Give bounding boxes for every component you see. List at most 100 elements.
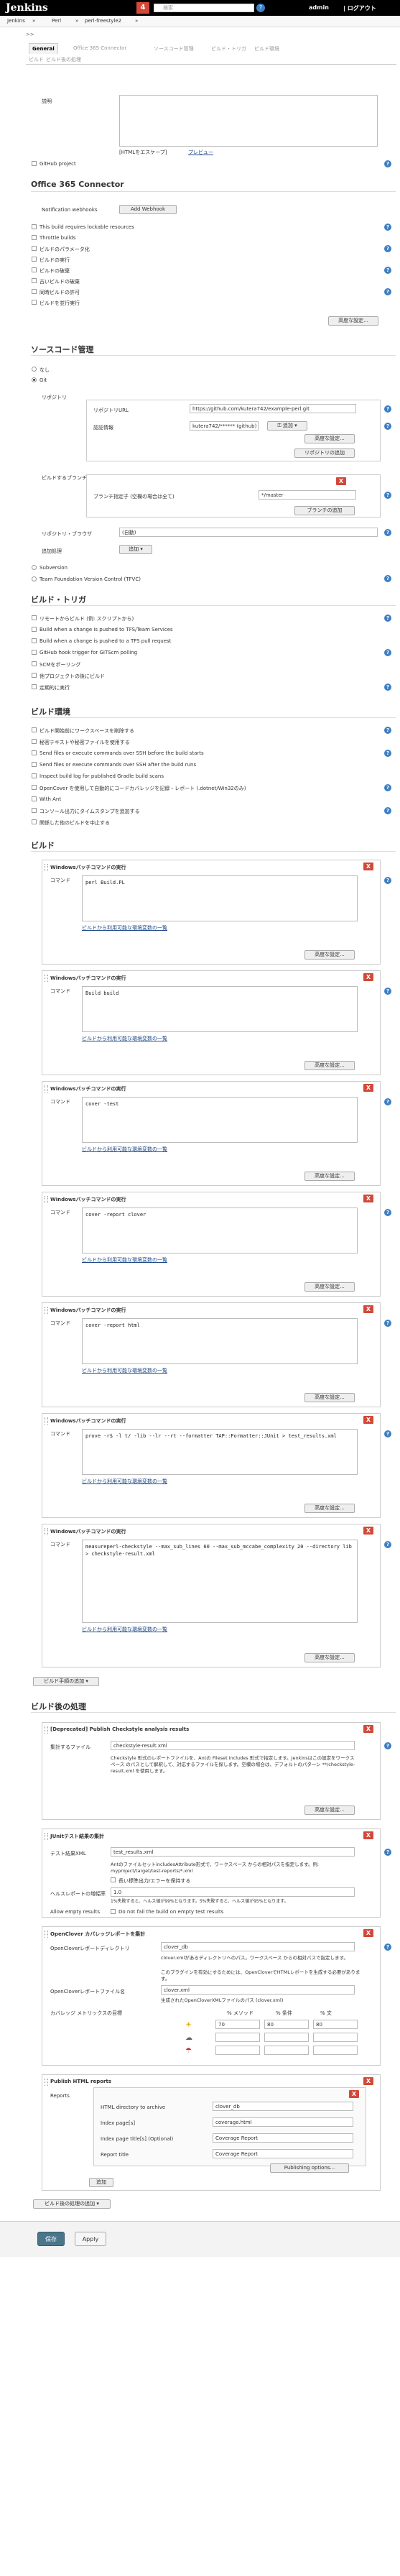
remove-junit-button[interactable]: X xyxy=(363,1831,373,1839)
env-vars-link[interactable]: ビルドから利用可能な環境変数の一覧 xyxy=(82,924,167,932)
command-textarea[interactable]: Build build xyxy=(82,986,358,1032)
checkbox[interactable] xyxy=(32,673,37,678)
checkstyle-advanced-button[interactable]: 高度な設定... xyxy=(304,1806,355,1815)
help-icon[interactable]: ? xyxy=(384,423,391,430)
junit-xml-input[interactable]: test_results.xml xyxy=(111,1847,355,1857)
credentials-select[interactable]: kutera742/****** (github) xyxy=(190,421,259,431)
unhealthy-cond-input[interactable] xyxy=(264,2046,309,2055)
checkbox[interactable] xyxy=(32,289,37,294)
remove-branch-button[interactable]: X xyxy=(336,477,346,485)
env-vars-link[interactable]: ビルドから利用可能な環境変数の一覧 xyxy=(82,1367,167,1374)
help-icon[interactable]: ? xyxy=(384,877,391,884)
checkbox[interactable] xyxy=(32,684,37,689)
tab-general[interactable]: General xyxy=(29,43,58,54)
step-advanced-button[interactable]: 高度な設定... xyxy=(304,1393,355,1402)
html-dir-input[interactable]: clover_db xyxy=(213,2102,353,2111)
checkbox[interactable] xyxy=(32,224,37,229)
help-icon[interactable]: ? xyxy=(384,684,391,691)
drag-handle[interactable] xyxy=(45,1307,48,1314)
checkbox[interactable] xyxy=(32,796,37,801)
apply-button[interactable]: Apply xyxy=(75,2232,106,2246)
remove-html-publisher-button[interactable]: X xyxy=(363,2077,373,2085)
branch-spec-input[interactable]: */master xyxy=(259,490,356,500)
drag-handle[interactable] xyxy=(45,1528,48,1535)
help-icon[interactable]: ? xyxy=(384,1849,391,1856)
checkstyle-file-input[interactable]: checkstyle-result.xml xyxy=(111,1741,355,1750)
publishing-options-button[interactable]: Publishing options... xyxy=(270,2163,349,2173)
help-icon[interactable]: ? xyxy=(384,750,391,757)
add-branch-button[interactable]: ブランチの追加 xyxy=(294,506,355,515)
help-icon[interactable]: ? xyxy=(384,575,391,582)
drag-handle[interactable] xyxy=(45,1726,48,1734)
drag-handle[interactable] xyxy=(45,1417,48,1425)
help-icon[interactable]: ? xyxy=(384,160,391,167)
step-advanced-button[interactable]: 高度な設定... xyxy=(304,950,355,960)
command-textarea[interactable]: perl Build.PL xyxy=(82,875,358,921)
jenkins-logo[interactable]: Jenkins xyxy=(6,2,48,14)
command-textarea[interactable]: cover -report clover xyxy=(82,1208,358,1254)
remove-step-button[interactable]: X xyxy=(363,862,373,870)
help-icon[interactable]: ? xyxy=(384,1430,391,1438)
remove-step-button[interactable]: X xyxy=(363,1195,373,1202)
o365-advanced-button[interactable]: 高度な設定... xyxy=(328,316,378,326)
help-icon[interactable]: ? xyxy=(384,492,391,499)
checkbox[interactable] xyxy=(32,739,37,744)
command-textarea[interactable]: measureperl-checkstyle --max_sub_lines 6… xyxy=(82,1540,358,1623)
checkbox[interactable] xyxy=(32,278,37,283)
stormy-stmt-input[interactable] xyxy=(313,2033,358,2042)
checkbox[interactable] xyxy=(32,785,37,790)
scm-git-radio[interactable] xyxy=(32,377,37,382)
add-webhook-button[interactable]: Add Webhook xyxy=(119,205,177,214)
user-link[interactable]: admin xyxy=(309,4,329,11)
step-advanced-button[interactable]: 高度な設定... xyxy=(304,1653,355,1662)
health-input[interactable]: 1.0 xyxy=(111,1887,355,1897)
help-icon[interactable]: ? xyxy=(256,4,265,12)
remove-step-button[interactable]: X xyxy=(363,1305,373,1313)
drag-handle[interactable] xyxy=(45,1085,48,1092)
unhealthy-stmt-input[interactable] xyxy=(313,2046,358,2055)
help-icon[interactable]: ? xyxy=(384,649,391,656)
tab-office365[interactable]: Office 365 Connector xyxy=(73,45,126,51)
allow-empty-checkbox[interactable] xyxy=(111,1909,116,1914)
help-icon[interactable]: ? xyxy=(384,784,391,791)
retain-stdout-checkbox[interactable] xyxy=(111,1877,116,1882)
search-input[interactable]: 検索 xyxy=(154,4,254,12)
clover-xml-input[interactable]: clover.xml xyxy=(161,1985,355,1995)
command-textarea[interactable]: cover -test xyxy=(82,1097,358,1143)
preview-link[interactable]: プレビュー xyxy=(188,149,213,156)
checkbox[interactable] xyxy=(32,246,37,251)
add-post-build-button[interactable]: ビルド後の処理の追加 ▾ xyxy=(33,2199,111,2209)
help-icon[interactable]: ? xyxy=(384,1320,391,1327)
checkbox[interactable] xyxy=(32,762,37,767)
step-advanced-button[interactable]: 高度な設定... xyxy=(304,1504,355,1513)
logout-link[interactable]: | ログアウト xyxy=(343,4,376,12)
checkbox[interactable] xyxy=(32,808,37,813)
env-vars-link[interactable]: ビルドから利用可能な環境変数の一覧 xyxy=(82,1478,167,1485)
checkbox[interactable] xyxy=(32,638,37,643)
help-icon[interactable]: ? xyxy=(384,267,391,274)
env-vars-link[interactable]: ビルドから利用可能な環境変数の一覧 xyxy=(82,1146,167,1153)
tab-environment[interactable]: ビルド環境 xyxy=(254,45,279,52)
help-icon[interactable]: ? xyxy=(384,1209,391,1216)
help-icon[interactable]: ? xyxy=(384,288,391,295)
checkbox[interactable] xyxy=(32,819,37,824)
checkbox[interactable] xyxy=(32,257,37,262)
checkbox[interactable] xyxy=(32,750,37,755)
help-icon[interactable]: ? xyxy=(384,1742,391,1749)
index-title-input[interactable]: Coverage Report xyxy=(213,2133,353,2143)
clover-dir-input[interactable]: clover_db xyxy=(161,1942,355,1951)
stormy-cond-input[interactable] xyxy=(264,2033,309,2042)
add-credentials-button[interactable]: ⚿ 追加 ▾ xyxy=(267,421,307,431)
checkbox[interactable] xyxy=(32,267,37,272)
drag-handle[interactable] xyxy=(45,864,48,871)
help-icon[interactable]: ? xyxy=(384,727,391,734)
checkbox[interactable] xyxy=(32,650,37,655)
checkbox[interactable] xyxy=(32,661,37,666)
help-icon[interactable]: ? xyxy=(384,1541,391,1548)
env-vars-link[interactable]: ビルドから利用可能な環境変数の一覧 xyxy=(82,1626,167,1633)
drag-handle[interactable] xyxy=(45,1196,48,1203)
sunny-cond-input[interactable]: 80 xyxy=(264,2020,309,2029)
env-vars-link[interactable]: ビルドから利用可能な環境変数の一覧 xyxy=(82,1035,167,1042)
help-icon[interactable]: ? xyxy=(384,1098,391,1105)
remove-openclover-button[interactable]: X xyxy=(363,1929,373,1937)
